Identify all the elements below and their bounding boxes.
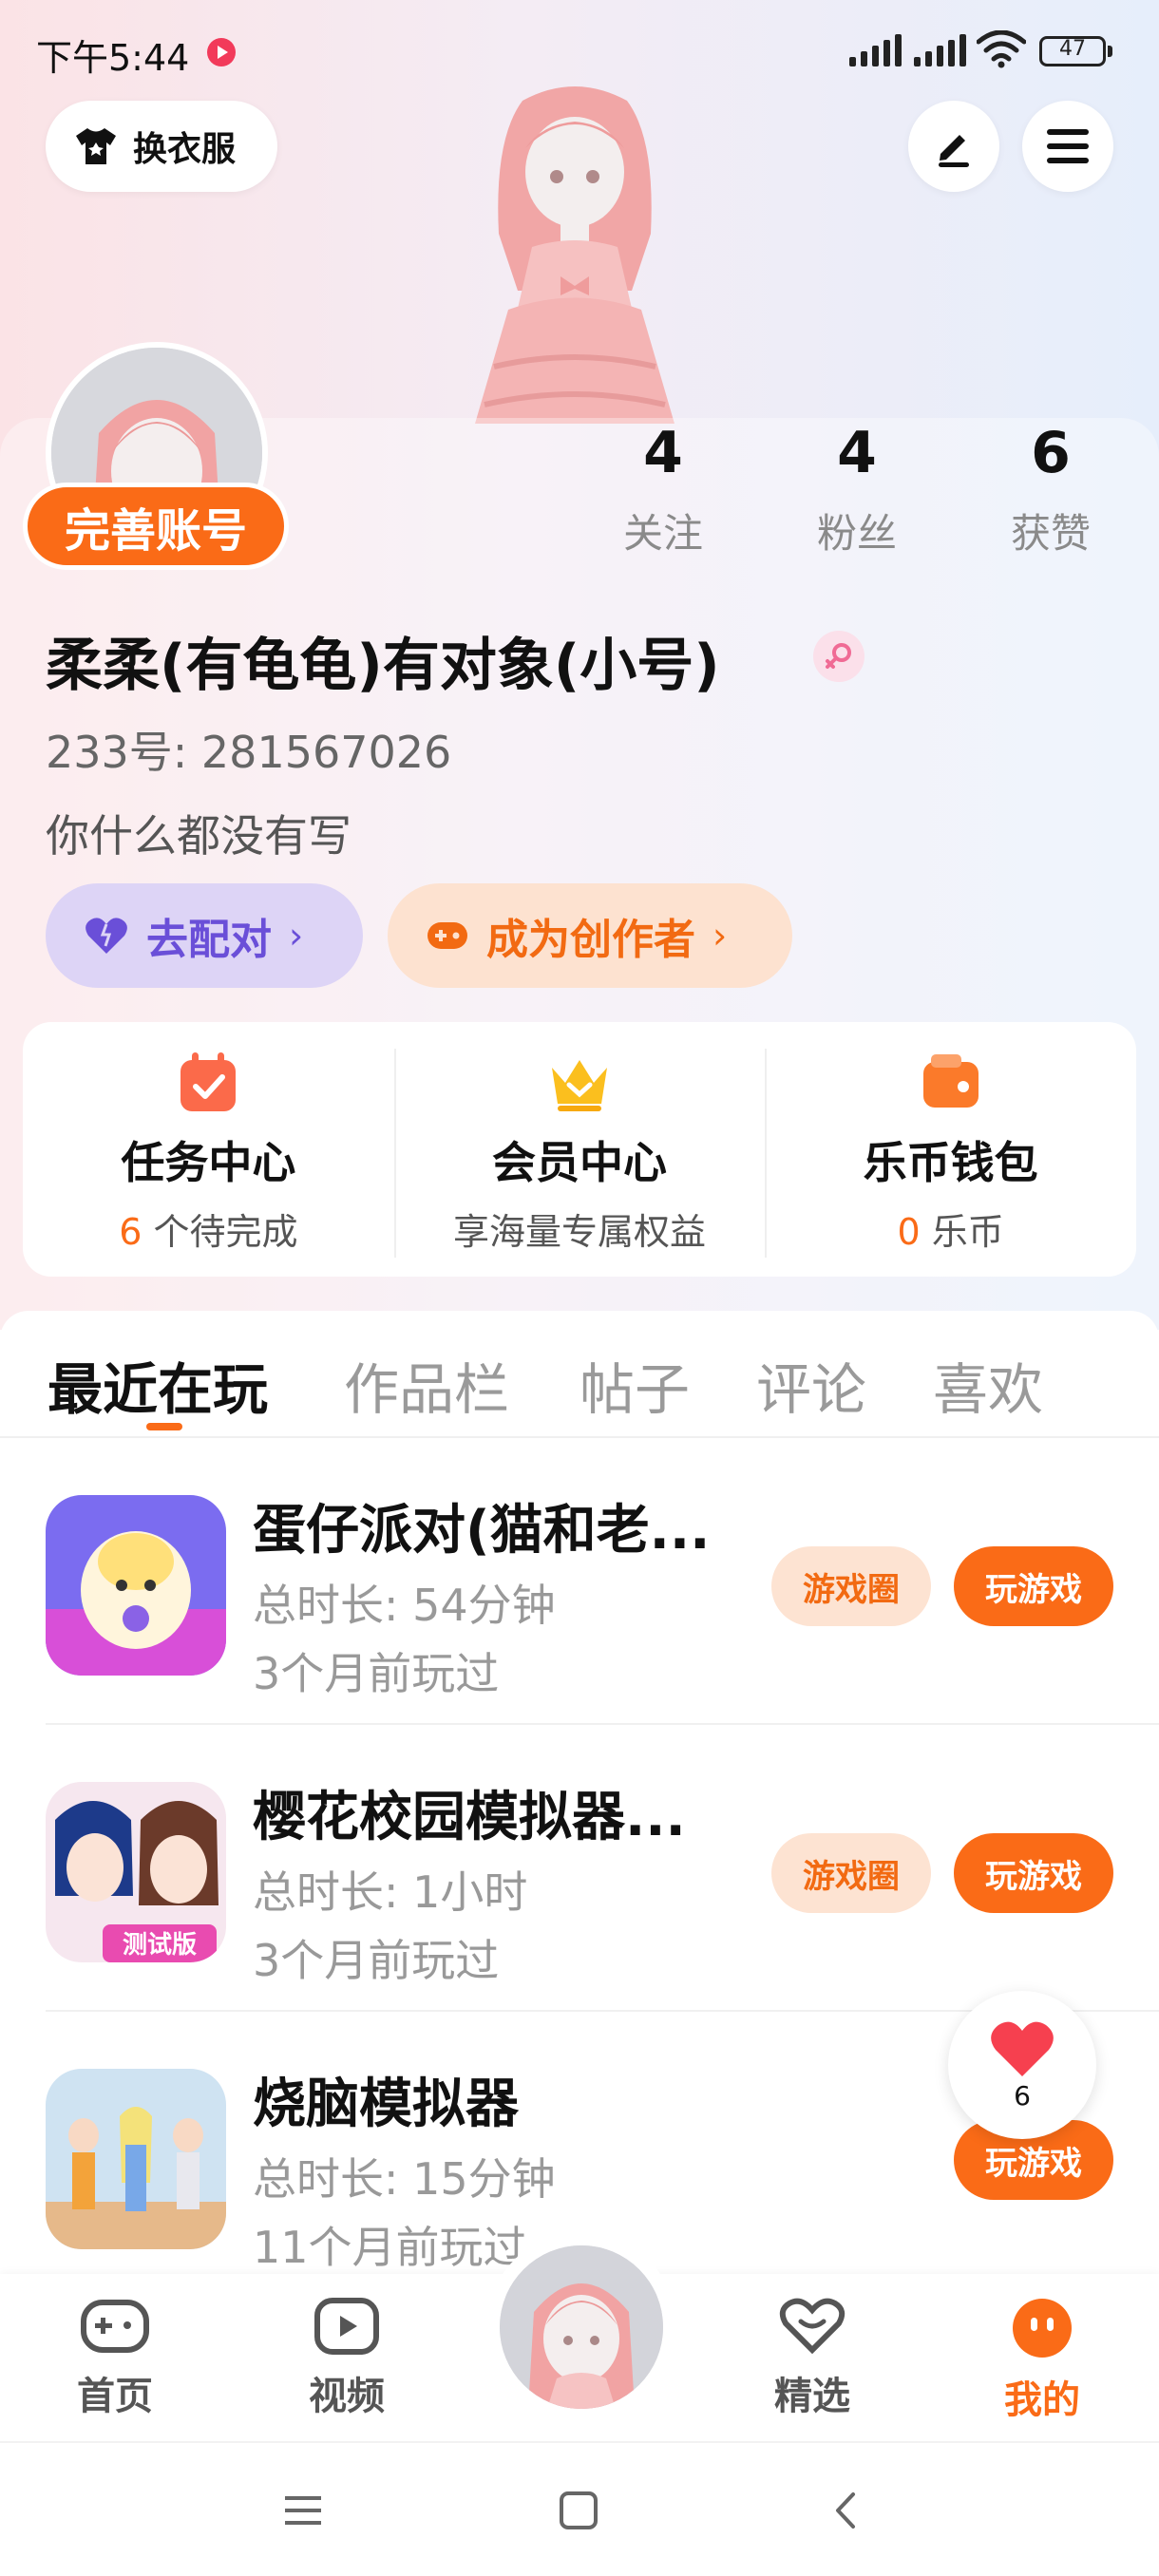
recent-apps-icon[interactable] bbox=[279, 2487, 327, 2534]
tab-posts[interactable]: 帖子 bbox=[580, 1345, 690, 1425]
complete-account-badge[interactable]: 完善账号 bbox=[23, 483, 289, 570]
avatar bbox=[500, 2245, 663, 2409]
nav-home-label: 首页 bbox=[77, 2375, 153, 2418]
wallet-icon bbox=[922, 1054, 978, 1108]
floating-like-button[interactable]: 6 bbox=[948, 1991, 1096, 2139]
play-game-button[interactable]: 玩游戏 bbox=[954, 1833, 1113, 1913]
nav-featured-label: 精选 bbox=[774, 2375, 850, 2418]
chevron-right-icon: › bbox=[289, 915, 304, 957]
back-icon[interactable] bbox=[823, 2487, 870, 2534]
active-tab-indicator bbox=[146, 1423, 182, 1430]
game-icon: 测试版 bbox=[46, 1782, 226, 1962]
game-icon-badge: 测试版 bbox=[123, 1931, 197, 1960]
nav-center-avatar[interactable] bbox=[486, 2232, 676, 2422]
nav-video[interactable]: 视频 bbox=[285, 2297, 408, 2420]
game-title: 蛋仔派对(猫和老... bbox=[253, 1500, 711, 1562]
bio: 你什么都没有写 bbox=[46, 810, 352, 862]
nav-featured[interactable]: 精选 bbox=[750, 2297, 874, 2420]
game-duration: 总时长: 54分钟 bbox=[253, 1580, 556, 1631]
member-center-subtitle: 享海量专属权益 bbox=[453, 1211, 707, 1253]
match-button[interactable]: 去配对 › bbox=[46, 883, 363, 988]
edit-profile-button[interactable] bbox=[908, 101, 999, 192]
nickname: 柔柔(有龟龟)有对象(小号) bbox=[46, 633, 720, 699]
list-item[interactable]: 蛋仔派对(猫和老... 总时长: 54分钟 3个月前玩过 游戏圈 玩游戏 bbox=[0, 1440, 1159, 1725]
calendar-check-icon bbox=[180, 1052, 237, 1111]
face-icon bbox=[1013, 2299, 1072, 2358]
game-circle-button[interactable]: 游戏圈 bbox=[771, 1833, 931, 1913]
stat-likes[interactable]: 6 获赞 bbox=[984, 422, 1117, 559]
list-item[interactable]: 测试版 樱花校园模拟器... 总时长: 1小时 3个月前玩过 游戏圈 玩游戏 bbox=[0, 1727, 1159, 2012]
tab-comments[interactable]: 评论 bbox=[756, 1345, 866, 1425]
nav-video-label: 视频 bbox=[309, 2375, 385, 2418]
stat-likes-value: 6 bbox=[1031, 420, 1071, 486]
coin-wallet[interactable]: 乐币钱包 0 乐币 bbox=[765, 1022, 1136, 1277]
become-creator-button[interactable]: 成为创作者 › bbox=[388, 883, 792, 988]
signal-icon-2 bbox=[914, 34, 966, 66]
heart-chat-icon bbox=[779, 2298, 846, 2355]
match-label: 去配对 bbox=[146, 916, 272, 964]
home-icon[interactable] bbox=[555, 2487, 602, 2534]
tab-works[interactable]: 作品栏 bbox=[344, 1345, 509, 1425]
crown-icon bbox=[552, 1060, 607, 1111]
heart-icon bbox=[86, 918, 127, 954]
shirt-icon bbox=[76, 128, 116, 164]
nav-home[interactable]: 首页 bbox=[53, 2297, 177, 2420]
game-last-played: 3个月前玩过 bbox=[253, 1648, 500, 1699]
signal-icon bbox=[849, 34, 902, 66]
coin-wallet-subtitle: 0 乐币 bbox=[897, 1211, 1004, 1253]
stat-likes-label: 获赞 bbox=[1010, 510, 1091, 557]
stat-followers[interactable]: 4 粉丝 bbox=[790, 422, 923, 559]
game-title: 烧脑模拟器 bbox=[253, 2074, 519, 2135]
gamepad-icon bbox=[428, 922, 467, 949]
battery-level: 47 bbox=[1059, 37, 1086, 61]
stat-following[interactable]: 4 关注 bbox=[597, 422, 730, 559]
game-title: 樱花校园模拟器... bbox=[253, 1787, 686, 1848]
stat-following-value: 4 bbox=[643, 420, 683, 486]
stat-following-label: 关注 bbox=[622, 510, 703, 557]
recording-icon bbox=[207, 38, 236, 66]
pencil-icon bbox=[939, 135, 969, 167]
battery-icon: 47 bbox=[1039, 36, 1112, 66]
heart-icon bbox=[991, 2021, 1054, 2076]
game-duration: 总时长: 1小时 bbox=[253, 1866, 528, 1918]
change-costume-button[interactable]: 换衣服 bbox=[46, 101, 277, 192]
nav-me[interactable]: 我的 bbox=[980, 2297, 1104, 2424]
game-last-played: 3个月前玩过 bbox=[253, 1935, 500, 1986]
female-gender-icon bbox=[813, 631, 864, 682]
profile-tabs: 最近在玩 作品栏 帖子 评论 喜欢 bbox=[0, 1311, 1159, 1438]
game-circle-button[interactable]: 游戏圈 bbox=[771, 1546, 931, 1626]
gamepad-icon bbox=[81, 2300, 149, 2353]
change-costume-label: 换衣服 bbox=[133, 130, 237, 169]
task-center-subtitle: 6 个待完成 bbox=[119, 1211, 298, 1253]
tab-likes[interactable]: 喜欢 bbox=[933, 1345, 1043, 1425]
status-time: 下午5:44 bbox=[36, 37, 190, 79]
member-center[interactable]: 会员中心 享海量专属权益 bbox=[393, 1022, 766, 1277]
chevron-right-icon: › bbox=[712, 915, 728, 957]
become-creator-label: 成为创作者 bbox=[486, 916, 695, 964]
menu-icon bbox=[1047, 129, 1089, 163]
stat-followers-value: 4 bbox=[837, 420, 877, 486]
member-center-title: 会员中心 bbox=[492, 1137, 667, 1188]
task-center[interactable]: 任务中心 6 个待完成 bbox=[23, 1022, 394, 1277]
nav-me-label: 我的 bbox=[1004, 2378, 1080, 2422]
game-duration: 总时长: 15分钟 bbox=[253, 2153, 556, 2205]
game-icon bbox=[46, 2069, 226, 2249]
services-card: 任务中心 6 个待完成 会员中心 享海量专属权益 乐币钱包 0 乐币 bbox=[23, 1022, 1136, 1277]
account-id: 233号: 281567026 bbox=[46, 727, 452, 778]
avatar-character-image bbox=[475, 86, 674, 424]
wifi-icon bbox=[977, 30, 1026, 68]
play-icon bbox=[314, 2298, 379, 2355]
divider bbox=[46, 1723, 1159, 1725]
tab-recently-played[interactable]: 最近在玩 bbox=[48, 1345, 268, 1425]
stat-followers-label: 粉丝 bbox=[816, 510, 897, 557]
game-icon bbox=[46, 1495, 226, 1676]
system-nav-bar bbox=[0, 2441, 1159, 2576]
coin-wallet-title: 乐币钱包 bbox=[863, 1137, 1038, 1188]
task-center-title: 任务中心 bbox=[121, 1137, 296, 1188]
game-last-played: 11个月前玩过 bbox=[253, 2222, 527, 2273]
menu-button[interactable] bbox=[1022, 101, 1113, 192]
floating-like-count: 6 bbox=[1014, 2079, 1031, 2112]
play-game-button[interactable]: 玩游戏 bbox=[954, 1546, 1113, 1626]
